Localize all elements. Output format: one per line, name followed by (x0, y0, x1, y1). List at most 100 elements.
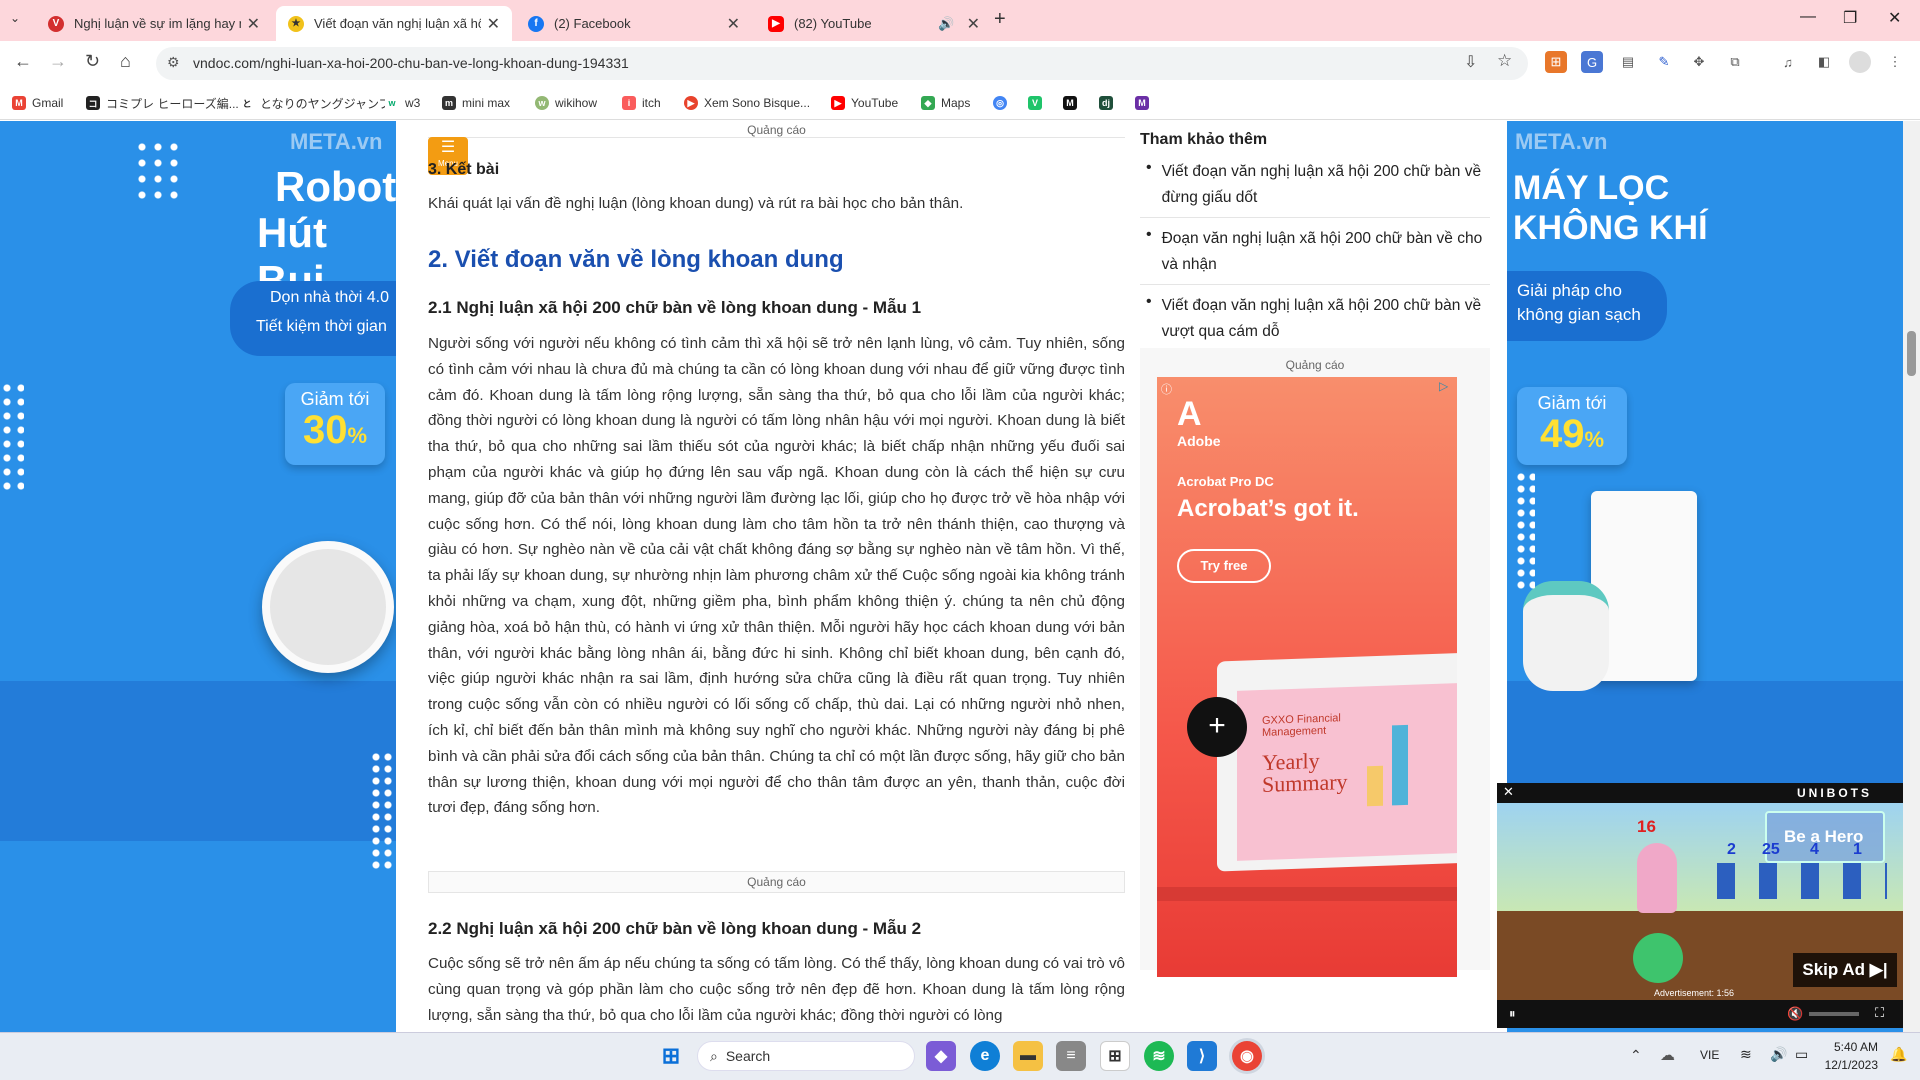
bookmark-wikihow[interactable]: w wikihow (535, 92, 597, 114)
show-hidden-icons[interactable]: ⌃ (1630, 1047, 1642, 1064)
page-scrollbar[interactable] (1903, 121, 1920, 1032)
bookmark-v[interactable]: V (1028, 92, 1048, 114)
reload-icon[interactable]: ↻ (85, 51, 100, 72)
vscode-icon[interactable]: ⟩ (1187, 1041, 1217, 1071)
onedrive-icon[interactable]: ☁ (1660, 1046, 1675, 1064)
ad-choices-arrow-icon[interactable]: ▷ (1439, 379, 1448, 393)
left-banner-ad[interactable]: META.vn Robot Hút Bụi Dọn nhà thời 4.0 T… (0, 121, 396, 1032)
bookmark-gmail[interactable]: M Gmail (12, 92, 63, 114)
fullscreen-icon[interactable]: ⛶ (1875, 1005, 1884, 1021)
wifi-icon[interactable]: ≋ (1740, 1046, 1752, 1063)
bookmark-tonari[interactable]: ととなりのヤングジャンプ (240, 92, 391, 114)
be-a-hero-text: Be a Hero (1784, 827, 1864, 846)
bookmark-w3[interactable]: w w3 (385, 92, 420, 114)
bookmark-dj[interactable]: dj (1099, 92, 1119, 114)
back-icon[interactable]: ← (14, 51, 32, 72)
clock-date[interactable]: 12/1/2023 (1822, 1058, 1878, 1072)
bookmark-minimax[interactable]: m mini max (442, 92, 510, 114)
side-panel-icon[interactable]: ◧ (1813, 51, 1835, 73)
menu-dots-icon[interactable]: ⋮ (1884, 51, 1906, 73)
media-icon[interactable]: ♫ (1777, 51, 1799, 73)
mute-icon[interactable]: 🔇 (1787, 1006, 1803, 1022)
dots-decor (1515, 471, 1535, 591)
scrollbar-thumb[interactable] (1907, 331, 1916, 376)
pen-icon[interactable]: ✎ (1653, 51, 1675, 73)
chrome-icon[interactable]: ◉ (1232, 1041, 1262, 1071)
volume-icon[interactable]: 🔊 (1770, 1046, 1787, 1063)
battery-icon[interactable]: ▭ (1795, 1046, 1808, 1063)
taskbar-search[interactable]: ⌕ Search (697, 1041, 915, 1071)
tab-1[interactable]: ★ Viết đoạn văn nghị luận xã hội 200 ✕ (276, 6, 512, 41)
notification-bell-icon[interactable]: 🔔 (1890, 1046, 1907, 1063)
monster-image (1633, 933, 1683, 983)
home-icon[interactable]: ⌂ (120, 51, 131, 72)
tab-search-chevron-icon[interactable]: ⌄ (10, 11, 20, 25)
related-item[interactable]: • Đoạn văn nghị luận xã hội 200 chữ bàn v… (1140, 226, 1490, 285)
bookmark-sono[interactable]: ▶ Xem Sono Bisque... (684, 92, 810, 114)
close-video-ad-icon[interactable]: ✕ (1503, 784, 1514, 800)
bookmark-maps[interactable]: ◆ Maps (921, 92, 970, 114)
pause-icon[interactable]: ⏸ (1509, 1006, 1516, 1022)
bookmark-comiple[interactable]: ココミプレ ヒーローズ編... (86, 92, 239, 114)
tab-3[interactable]: ▶ (82) YouTube 🔊 ✕ (756, 6, 992, 41)
ad-timer: Advertisement: 1:56 (1654, 988, 1735, 998)
v-icon: V (1028, 96, 1042, 110)
file-explorer-icon[interactable]: ▬ (1013, 1041, 1043, 1071)
related-link[interactable]: Đoạn văn nghị luận xã hội 200 chữ bàn về… (1162, 226, 1490, 278)
discount-label: Giảm tới (1537, 393, 1607, 413)
puzzle-icon[interactable]: ⧉ (1724, 51, 1746, 73)
language-indicator[interactable]: VIE (1700, 1048, 1719, 1062)
adobe-ad[interactable]: ⓘ ▷ A Adobe Acrobat Pro DC Acrobat’s got… (1157, 377, 1457, 977)
skip-ad-button[interactable]: Skip Ad ▶| (1793, 953, 1897, 987)
close-tab-icon[interactable]: ✕ (727, 14, 740, 34)
site-info-icon[interactable]: ⚙ (167, 54, 180, 71)
try-free-button[interactable]: Try free (1177, 549, 1271, 583)
volume-slider[interactable] (1809, 1012, 1859, 1016)
tab-2[interactable]: f (2) Facebook ✕ (516, 6, 752, 41)
related-link[interactable]: Viết đoạn văn nghị luận xã hội 200 chữ b… (1162, 159, 1490, 211)
translate-icon[interactable]: G (1581, 51, 1603, 73)
related-item[interactable]: • Viết đoạn văn nghị luận xã hội 200 chữ … (1140, 159, 1490, 218)
edge-icon[interactable]: e (970, 1041, 1000, 1071)
minimize-icon[interactable]: — (1800, 8, 1816, 26)
youtube-icon: ▶ (831, 96, 845, 110)
comiple-icon: コ (86, 96, 100, 110)
extension-icon[interactable]: ▤ (1617, 51, 1639, 73)
store-icon[interactable]: ⊞ (1100, 1041, 1130, 1071)
close-tab-icon[interactable]: ✕ (247, 14, 260, 34)
forward-icon[interactable]: → (49, 51, 67, 72)
database-icon[interactable]: ≡ (1056, 1041, 1086, 1071)
maximize-icon[interactable]: ❐ (1843, 8, 1857, 28)
copilot-icon[interactable]: ◆ (926, 1041, 956, 1071)
bookmark-purple[interactable]: M (1135, 92, 1155, 114)
new-tab-button[interactable]: + (994, 8, 1006, 31)
close-tab-icon[interactable]: ✕ (967, 14, 980, 34)
ad-choices-icon[interactable]: ⓘ (1161, 381, 1172, 397)
bookmark-star-icon[interactable]: ☆ (1497, 51, 1512, 71)
bookmark-m[interactable]: M (1063, 92, 1083, 114)
tab-title: Nghị luận về sự im lặng hay nhất (74, 16, 241, 31)
related-item[interactable]: • Viết đoạn văn nghị luận xã hội 200 chữ … (1140, 293, 1490, 345)
related-link[interactable]: Viết đoạn văn nghị luận xã hội 200 chữ b… (1162, 293, 1490, 345)
bookmark-label: itch (642, 96, 661, 110)
spotify-icon[interactable]: ≋ (1144, 1041, 1174, 1071)
clock-time[interactable]: 5:40 AM (1822, 1040, 1878, 1054)
profile-avatar[interactable] (1849, 51, 1871, 73)
move-icon[interactable]: ✥ (1688, 51, 1710, 73)
dots-decor (0, 381, 24, 491)
bookmark-itch[interactable]: i itch (622, 92, 661, 114)
bookmark-chrome[interactable]: ◎ (993, 92, 1013, 114)
ad-title: Robot (275, 163, 396, 210)
windows-start-icon[interactable]: ⊞ (656, 1041, 686, 1071)
bookmark-youtube[interactable]: ▶ YouTube (831, 92, 898, 114)
video-ad[interactable]: ✕ UNIBOTS Be a Hero 16 2 25 4 1 Skip Ad … (1497, 783, 1903, 1028)
url-text[interactable]: vndoc.com/nghi-luan-xa-hoi-200-chu-ban-v… (193, 55, 629, 71)
ad-subtitle: Tiết kiệm thời gian (256, 318, 387, 335)
tab-0[interactable]: V Nghị luận về sự im lặng hay nhất ✕ (36, 6, 272, 41)
bookmark-label: mini max (462, 96, 511, 110)
speaker-icon[interactable]: 🔊 (938, 16, 954, 32)
extension-icon[interactable]: ⊞ (1545, 51, 1567, 73)
close-tab-icon[interactable]: ✕ (487, 14, 500, 34)
install-app-icon[interactable]: ⇩ (1464, 52, 1477, 72)
close-window-icon[interactable]: ✕ (1888, 8, 1901, 28)
